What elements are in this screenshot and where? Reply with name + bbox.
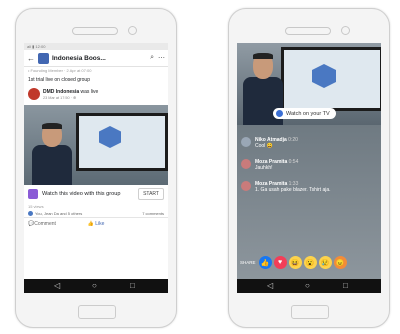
reactions-summary: You, Jean Da and 5 others 7 comments	[24, 210, 168, 217]
like-button[interactable]: 👍 Like	[88, 221, 105, 227]
reaction-bar: SHARE 👍 ♥ 😆 😮 😢 😠	[240, 256, 349, 269]
watch-together-box: Watch this video with this group START	[24, 185, 168, 203]
nav-back-icon[interactable]: ◁	[54, 282, 60, 290]
tv-screen	[281, 47, 381, 111]
nav-home-icon[interactable]: ○	[305, 282, 310, 290]
post-header: DMD Indonesia was live 23 Mar at 17:50 ·…	[24, 86, 168, 102]
like-reaction-icon	[28, 211, 33, 216]
comment-time: 0:54	[288, 159, 299, 165]
haha-reaction-icon[interactable]: 😆	[288, 256, 302, 269]
love-reaction-icon[interactable]: ♥	[273, 256, 287, 269]
view-count: 15 views	[28, 204, 44, 209]
back-arrow-icon[interactable]: ←	[27, 54, 35, 63]
comment-item: Niko Atmadja 0:20 Cool 😄	[241, 137, 298, 149]
reactions-text[interactable]: You, Jean Da and 5 others	[35, 211, 82, 216]
speaker	[285, 27, 331, 35]
commenter-avatar[interactable]	[241, 137, 251, 147]
video-thumbnail[interactable]	[24, 105, 168, 185]
post-actions: 👍 Like 💬 Comment	[24, 217, 168, 230]
tv-screen	[76, 113, 168, 171]
start-button[interactable]: START	[138, 188, 164, 200]
home-button[interactable]	[78, 305, 116, 319]
wow-reaction-icon[interactable]: 😮	[303, 256, 317, 269]
left-phone: all ▮ 12:00 ← Indonesia Boos... ⌕ ⋯ • Fo…	[15, 8, 177, 328]
cast-icon	[276, 110, 283, 117]
group-title[interactable]: Indonesia Boos...	[52, 55, 146, 62]
like-label: Like	[95, 221, 105, 227]
sad-reaction-icon[interactable]: 😢	[318, 256, 332, 269]
comment-time: 0:20	[288, 137, 298, 143]
android-nav-bar: ◁ ○ □	[24, 279, 168, 293]
author-avatar[interactable]	[28, 88, 40, 100]
like-reaction-icon[interactable]: 👍	[258, 256, 272, 269]
comment-text: Cool 😄	[255, 143, 273, 149]
post-author[interactable]: DMD Indonesia	[43, 89, 79, 95]
angry-reaction-icon[interactable]: 😠	[333, 256, 347, 269]
post-text: 1st trial live on closed group	[28, 77, 90, 83]
nav-back-icon[interactable]: ◁	[267, 282, 273, 290]
comment-item: Moza Pramita 1:33 1. Ga usah pake blazer…	[241, 181, 331, 193]
android-nav-bar: ◁ ○ □	[237, 279, 381, 293]
comment-text: 1. Ga usah pake blazer. Tshirt aja.	[255, 187, 331, 193]
group-header: ← Indonesia Boos... ⌕ ⋯	[24, 50, 168, 67]
watch-on-tv-button[interactable]: Watch on your TV	[273, 108, 336, 119]
post-action: was live	[80, 88, 99, 95]
comment-text: Jauhkh!	[255, 165, 273, 171]
search-icon[interactable]: ⌕	[150, 54, 154, 62]
comment-label: Comment	[34, 221, 56, 227]
comment-item: Moza Pramita 0:54 Jauhkh!	[241, 159, 298, 171]
share-button[interactable]: SHARE	[240, 260, 256, 265]
post-time: 23 Mar at 17:50 · ⊕	[43, 95, 77, 100]
camera	[341, 26, 350, 35]
watch-text: Watch this video with this group	[42, 190, 121, 197]
speaker	[72, 27, 118, 35]
right-screen: Watch on your TV Niko Atmadja 0:20 Cool …	[237, 43, 381, 293]
group-avatar	[38, 52, 49, 64]
commenter-avatar[interactable]	[241, 181, 251, 191]
presenter	[32, 123, 72, 185]
nav-home-icon[interactable]: ○	[92, 282, 97, 290]
nav-recents-icon[interactable]: □	[130, 282, 135, 290]
comment-button[interactable]: 💬 Comment	[28, 221, 56, 227]
home-button[interactable]	[291, 305, 329, 319]
post-author-line: DMD Indonesia was live	[43, 89, 98, 95]
watch-on-tv-label: Watch on your TV	[286, 110, 330, 117]
comments-count[interactable]: 7 comments	[142, 211, 164, 216]
watch-party-icon	[28, 189, 38, 199]
commenter-avatar[interactable]	[241, 159, 251, 169]
status-bar: all ▮ 12:00	[24, 43, 168, 50]
prev-post-meta: • Founding Member · 2 Apr at 07:00	[28, 68, 92, 73]
camera	[128, 26, 137, 35]
nav-recents-icon[interactable]: □	[343, 282, 348, 290]
live-video[interactable]: Watch on your TV	[237, 43, 381, 125]
left-screen: all ▮ 12:00 ← Indonesia Boos... ⌕ ⋯ • Fo…	[24, 43, 168, 293]
more-options-icon[interactable]: ⋯	[158, 54, 165, 62]
right-phone: Watch on your TV Niko Atmadja 0:20 Cool …	[228, 8, 390, 328]
